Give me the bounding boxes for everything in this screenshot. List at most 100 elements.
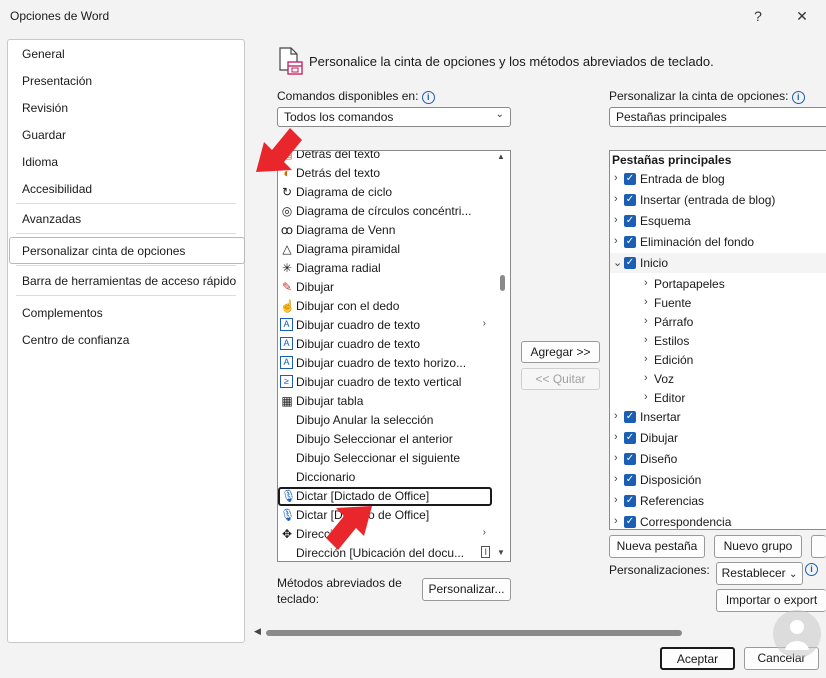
checkbox-checked-icon[interactable]: ✓	[624, 194, 636, 206]
list-item[interactable]: ▤ Detrás del texto	[278, 151, 492, 164]
chevron-right-icon[interactable]: ›	[644, 353, 648, 365]
chevron-right-icon[interactable]: ›	[614, 473, 618, 485]
chevron-right-icon[interactable]: ›	[614, 235, 618, 247]
list-item[interactable]: ✥ Dirección ›	[278, 525, 492, 544]
scroll-left-icon[interactable]: ◀	[254, 626, 261, 637]
list-item[interactable]: A Dibujar cuadro de texto	[278, 335, 492, 354]
tree-subitem[interactable]: › Voz	[610, 369, 826, 389]
checkbox-checked-icon[interactable]: ✓	[624, 236, 636, 248]
tree-subitem[interactable]: › Edición	[610, 350, 826, 370]
list-item[interactable]: A Dibujar cuadro de texto ›	[278, 316, 492, 335]
rename-button[interactable]	[811, 535, 826, 558]
list-item[interactable]: ✳ Diagrama radial	[278, 259, 492, 278]
ribbon-tree[interactable]: Pestañas principales › ✓ Entrada de blog…	[609, 150, 826, 530]
list-item[interactable]: Dirección [Ubicación del docu... I	[278, 544, 492, 561]
remove-button[interactable]: << Quitar	[521, 368, 600, 390]
list-item[interactable]: Dibujo Anular la selección	[278, 411, 492, 430]
tree-item[interactable]: › ✓ Dibujar	[610, 428, 826, 448]
checkbox-checked-icon[interactable]: ✓	[624, 432, 636, 444]
customize-shortcuts-button[interactable]: Personalizar...	[422, 578, 511, 601]
checkbox-checked-icon[interactable]: ✓	[624, 215, 636, 227]
tree-item[interactable]: › ✓ Insertar	[610, 407, 826, 427]
ribbon-tabs-dropdown[interactable]: Pestañas principales	[609, 107, 826, 127]
nav-item-avanzadas[interactable]: Avanzadas	[22, 212, 81, 226]
list-item[interactable]: ✎ Dibujar	[278, 278, 492, 297]
commands-source-dropdown[interactable]: Todos los comandos ⌄	[277, 107, 511, 127]
checkbox-checked-icon[interactable]: ✓	[624, 474, 636, 486]
list-item[interactable]: Dibujo Seleccionar el siguiente	[278, 449, 492, 468]
scroll-down-icon[interactable]: ▼	[497, 548, 505, 557]
import-export-button[interactable]: Importar o export	[716, 589, 826, 612]
chevron-right-icon[interactable]: ›	[644, 372, 648, 384]
close-button[interactable]: ✕	[787, 4, 817, 28]
horizontal-scrollbar[interactable]: ◀	[252, 626, 826, 640]
list-item[interactable]: ↻ Diagrama de ciclo	[278, 183, 492, 202]
scroll-up-icon[interactable]: ▲	[497, 152, 505, 161]
nav-item-presentacion[interactable]: Presentación	[22, 74, 92, 88]
add-button[interactable]: Agregar >>	[521, 341, 600, 363]
list-item[interactable]: △ Diagrama piramidal	[278, 240, 492, 259]
chevron-right-icon[interactable]: ›	[614, 515, 618, 527]
list-item[interactable]: ☝ Dibujar con el dedo	[278, 297, 492, 316]
chevron-right-icon[interactable]: ›	[614, 410, 618, 422]
tree-item[interactable]: › ✓ Insertar (entrada de blog)	[610, 190, 826, 210]
chevron-right-icon[interactable]: ›	[644, 334, 648, 346]
checkbox-checked-icon[interactable]: ✓	[624, 411, 636, 423]
new-tab-button[interactable]: Nueva pestaña	[609, 535, 705, 558]
chevron-down-icon[interactable]: ⌄	[613, 256, 622, 269]
list-item[interactable]: ◎ Diagrama de círculos concéntri...	[278, 202, 492, 221]
checkbox-checked-icon[interactable]: ✓	[624, 173, 636, 185]
scroll-thumb[interactable]	[500, 275, 505, 291]
chevron-right-icon[interactable]: ›	[644, 296, 648, 308]
tree-subitem[interactable]: › Fuente	[610, 293, 826, 313]
list-item[interactable]: ▦ Dibujar tabla	[278, 392, 492, 411]
chevron-right-icon[interactable]: ›	[614, 214, 618, 226]
tree-subitem[interactable]: › Párrafo	[610, 312, 826, 332]
chevron-right-icon[interactable]: ›	[614, 172, 618, 184]
chevron-right-icon[interactable]: ›	[614, 193, 618, 205]
tree-subitem[interactable]: › Estilos	[610, 331, 826, 351]
checkbox-checked-icon[interactable]: ✓	[624, 495, 636, 507]
info-icon[interactable]: i	[805, 563, 818, 576]
tree-item[interactable]: › ✓ Entrada de blog	[610, 169, 826, 189]
chevron-right-icon[interactable]: ›	[614, 431, 618, 443]
help-button[interactable]: ?	[743, 4, 773, 28]
nav-item-barra-acceso-rapido[interactable]: Barra de herramientas de acceso rápido	[22, 274, 236, 288]
nav-item-accesibilidad[interactable]: Accesibilidad	[22, 182, 92, 196]
scroll-thumb[interactable]	[266, 630, 682, 636]
list-item[interactable]: 🎙 Dictar [Dictado de Office]	[278, 506, 492, 525]
tree-subitem[interactable]: › Portapapeles	[610, 274, 826, 294]
tree-subitem[interactable]: › Editor	[610, 388, 826, 408]
ok-button[interactable]: Aceptar	[660, 647, 735, 670]
info-icon[interactable]: i	[421, 91, 435, 104]
tree-item[interactable]: › ✓ Correspondencia	[610, 512, 826, 529]
list-item[interactable]: A Dibujar cuadro de texto horizo...	[278, 354, 492, 373]
list-item-selected[interactable]: 🎙 Dictar [Dictado de Office]	[278, 487, 492, 506]
tree-item[interactable]: › ✓ Diseño	[610, 449, 826, 469]
list-item[interactable]: Dibujo Seleccionar el anterior	[278, 430, 492, 449]
checkbox-checked-icon[interactable]: ✓	[624, 453, 636, 465]
chevron-right-icon[interactable]: ›	[614, 494, 618, 506]
nav-item-personalizar-cinta[interactable]: Personalizar cinta de opciones	[22, 244, 185, 258]
nav-item-general[interactable]: General	[22, 47, 65, 61]
tree-item[interactable]: › ✓ Eliminación del fondo	[610, 232, 826, 252]
info-icon[interactable]: i	[791, 91, 805, 104]
reset-dropdown-button[interactable]: Restablecer ⌄	[716, 562, 803, 585]
tree-item[interactable]: › ✓ Referencias	[610, 491, 826, 511]
tree-item[interactable]: › ✓ Disposición	[610, 470, 826, 490]
commands-list[interactable]: ▤ Detrás del texto ◐ Detrás del texto ↻ …	[277, 150, 511, 562]
chevron-right-icon[interactable]: ›	[644, 315, 648, 327]
checkbox-checked-icon[interactable]: ✓	[624, 257, 636, 269]
chevron-right-icon[interactable]: ›	[644, 277, 648, 289]
list-item[interactable]: Diccionario	[278, 468, 492, 487]
commands-scrollbar[interactable]: ▲ ▼	[496, 151, 508, 561]
new-group-button[interactable]: Nuevo grupo	[714, 535, 802, 558]
nav-item-complementos[interactable]: Complementos	[22, 306, 103, 320]
nav-item-revision[interactable]: Revisión	[22, 101, 68, 115]
list-item[interactable]: ◐ Detrás del texto	[278, 164, 492, 183]
checkbox-checked-icon[interactable]: ✓	[624, 516, 636, 528]
list-item[interactable]: ꝏ Diagrama de Venn	[278, 221, 492, 240]
nav-item-idioma[interactable]: Idioma	[22, 155, 58, 169]
chevron-right-icon[interactable]: ›	[614, 452, 618, 464]
tree-item[interactable]: › ✓ Esquema	[610, 211, 826, 231]
